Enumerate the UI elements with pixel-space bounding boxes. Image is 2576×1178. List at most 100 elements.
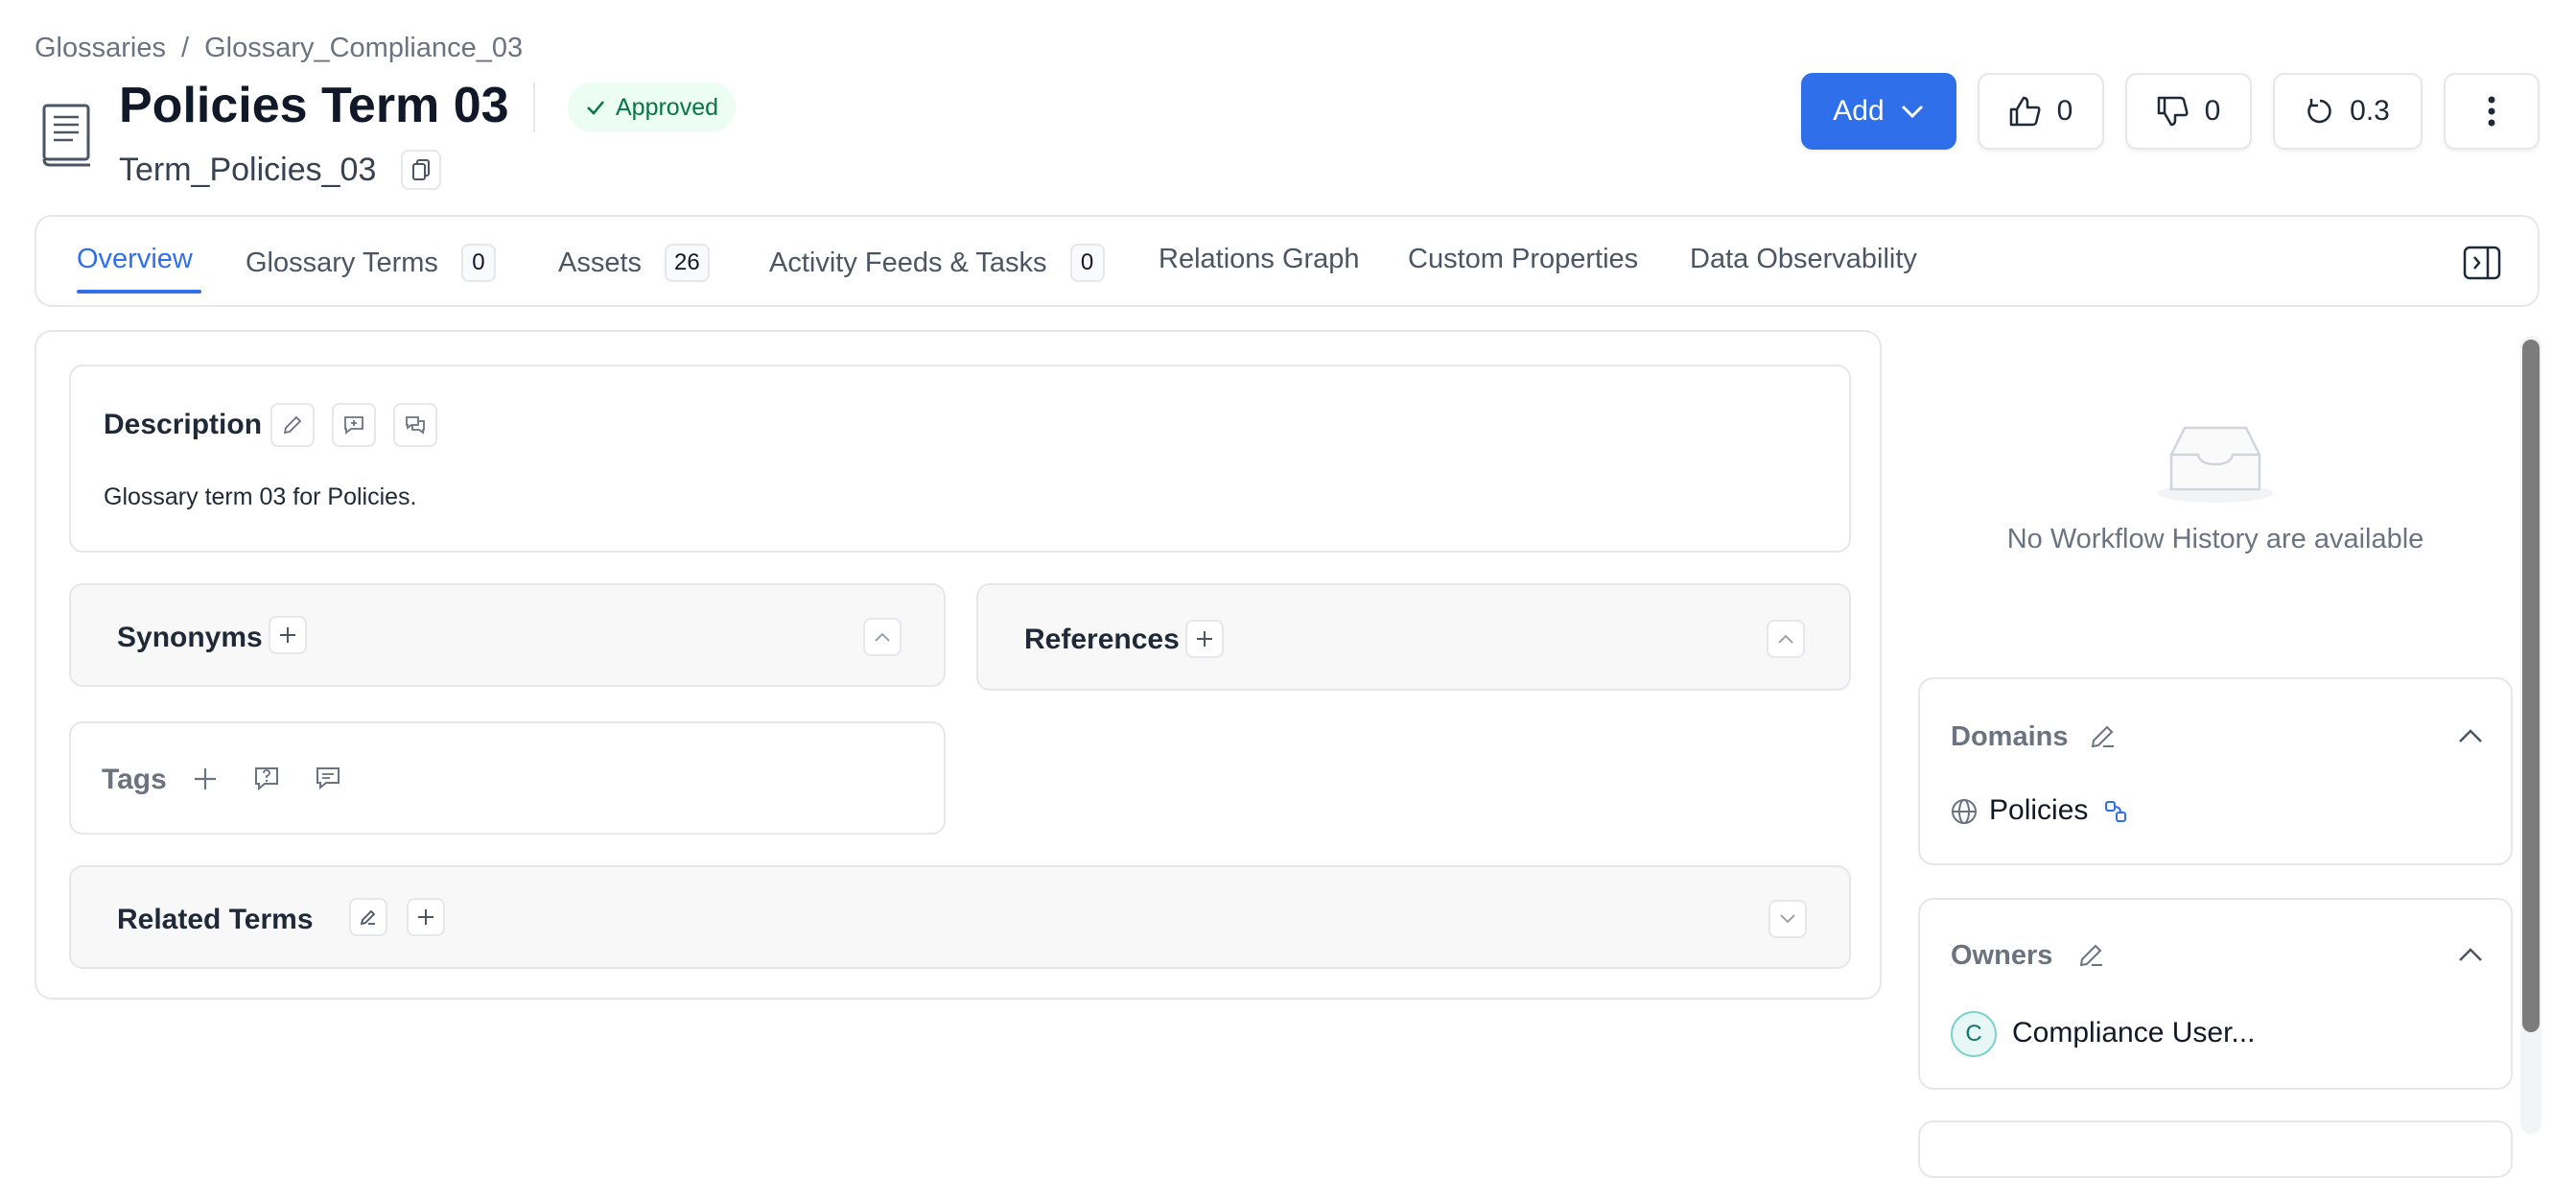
tab-relations-graph-label: Relations Graph: [1159, 244, 1360, 274]
references-section: References: [976, 583, 1851, 691]
add-button[interactable]: Add: [1801, 73, 1956, 150]
plus-icon: [1197, 631, 1212, 647]
plus-icon: [195, 768, 216, 789]
synonyms-title: Synonyms: [117, 622, 263, 653]
owners-title: Owners: [1951, 940, 2053, 971]
domain-link-icon[interactable]: [2104, 800, 2127, 823]
copy-icon: [412, 159, 430, 180]
plus-icon: [418, 909, 433, 925]
side-panel-scrollbar-thumb[interactable]: [2522, 340, 2540, 1032]
request-tags-button[interactable]: [247, 760, 286, 798]
add-synonym-button[interactable]: [269, 616, 307, 654]
like-button[interactable]: 0: [1978, 73, 2104, 150]
tab-assets-count: 26: [665, 244, 710, 282]
breadcrumb-separator: /: [181, 33, 190, 63]
edit-description-button[interactable]: [270, 403, 315, 447]
synonyms-collapse-button[interactable]: [863, 618, 902, 656]
edit-domain-icon[interactable]: [2089, 721, 2118, 750]
question-message-icon: [255, 767, 278, 791]
next-side-card: [1918, 1120, 2513, 1178]
synonyms-section: Synonyms: [69, 583, 946, 687]
description-title: Description: [104, 409, 263, 440]
tab-relations-graph[interactable]: Relations Graph: [1159, 244, 1360, 275]
message-plus-icon: [344, 416, 363, 435]
owner-name-link[interactable]: Compliance User...: [2012, 1017, 2255, 1049]
tab-custom-properties-label: Custom Properties: [1408, 244, 1639, 274]
title-divider: [533, 82, 535, 132]
tab-custom-properties[interactable]: Custom Properties: [1408, 244, 1638, 275]
more-vertical-icon: [2488, 96, 2495, 127]
request-description-button[interactable]: [332, 403, 376, 447]
history-icon: [2307, 99, 2331, 124]
status-badge: Approved: [568, 82, 737, 132]
references-collapse-button[interactable]: [1767, 620, 1805, 658]
tags-conversation-button[interactable]: [309, 760, 347, 798]
tab-overview[interactable]: Overview: [77, 244, 193, 275]
chevron-up-icon: [875, 632, 890, 642]
tab-glossary-terms-count: 0: [460, 244, 496, 282]
tab-assets[interactable]: Assets 26: [558, 244, 710, 282]
copy-fqn-button[interactable]: [401, 150, 441, 190]
pencil-icon: [283, 415, 302, 435]
panel-toggle-icon[interactable]: [2463, 246, 2501, 280]
chevron-down-icon: [1780, 914, 1795, 924]
add-related-term-button[interactable]: [407, 898, 445, 936]
breadcrumb: Glossaries / Glossary_Compliance_03: [35, 33, 523, 64]
tab-data-observability-label: Data Observability: [1690, 244, 1917, 274]
chevron-up-icon[interactable]: [2457, 727, 2484, 744]
tab-assets-label: Assets: [558, 247, 643, 278]
status-label: Approved: [616, 93, 719, 121]
plus-icon: [280, 627, 295, 643]
add-reference-button[interactable]: [1185, 620, 1224, 658]
chevron-up-icon: [1778, 634, 1793, 644]
related-terms-section: Related Terms: [69, 865, 1851, 969]
chevron-up-icon[interactable]: [2457, 946, 2484, 963]
references-title: References: [1024, 624, 1180, 655]
description-conversation-button[interactable]: [393, 403, 437, 447]
edit-owner-icon[interactable]: [2077, 940, 2106, 969]
tab-activity-feeds-count: 0: [1069, 244, 1105, 282]
tab-glossary-terms-label: Glossary Terms: [246, 247, 438, 278]
owner-avatar: C: [1951, 1011, 1997, 1057]
check-icon: [587, 101, 604, 115]
empty-inbox-icon: [2158, 426, 2273, 503]
owners-card: Owners C Compliance User...: [1918, 898, 2513, 1090]
add-button-label: Add: [1833, 95, 1885, 127]
version-button[interactable]: 0.3: [2273, 73, 2423, 150]
tab-activity-feeds-label: Activity Feeds & Tasks: [769, 247, 1047, 278]
conversation-icon: [316, 767, 340, 790]
pencil-icon: [360, 909, 376, 926]
version-number: 0.3: [2350, 95, 2390, 127]
description-section: Description Glossary term 03 for Policie…: [69, 365, 1851, 553]
like-count: 0: [2056, 95, 2073, 127]
tab-activity-feeds[interactable]: Activity Feeds & Tasks 0: [769, 244, 1105, 282]
more-options-button[interactable]: [2444, 73, 2540, 150]
globe-icon: [1952, 799, 1977, 824]
thumbs-up-icon: [2009, 96, 2041, 127]
description-text: Glossary term 03 for Policies.: [104, 483, 417, 510]
related-terms-title: Related Terms: [117, 904, 314, 935]
tags-section: Tags: [69, 721, 946, 835]
tags-title: Tags: [102, 764, 167, 795]
related-terms-expand-button[interactable]: [1768, 900, 1807, 938]
chevron-down-icon: [1901, 105, 1923, 119]
tab-glossary-terms[interactable]: Glossary Terms 0: [246, 244, 496, 282]
edit-related-terms-button[interactable]: [349, 898, 387, 936]
domain-name-link[interactable]: Policies: [1989, 794, 2088, 827]
tab-bar: Overview Glossary Terms 0 Assets 26 Acti…: [35, 215, 2540, 307]
workflow-empty-message: No Workflow History are available: [2006, 524, 2424, 554]
dislike-button[interactable]: 0: [2125, 73, 2252, 150]
domains-card: Domains Policies: [1918, 677, 2513, 865]
add-tag-button[interactable]: [186, 760, 224, 798]
tab-data-observability[interactable]: Data Observability: [1690, 244, 1917, 275]
active-tab-indicator: [77, 290, 201, 294]
dislike-count: 0: [2204, 95, 2221, 127]
domains-title: Domains: [1951, 721, 2069, 752]
tab-overview-label: Overview: [77, 244, 193, 274]
glossary-term-book-icon: [42, 104, 90, 167]
breadcrumb-glossary-link[interactable]: Glossary_Compliance_03: [204, 33, 523, 64]
term-fqn: Term_Policies_03: [119, 152, 377, 188]
overview-panel: Description Glossary term 03 for Policie…: [35, 330, 1882, 1000]
thumbs-down-icon: [2157, 96, 2189, 127]
breadcrumb-glossaries-link[interactable]: Glossaries: [35, 33, 166, 64]
